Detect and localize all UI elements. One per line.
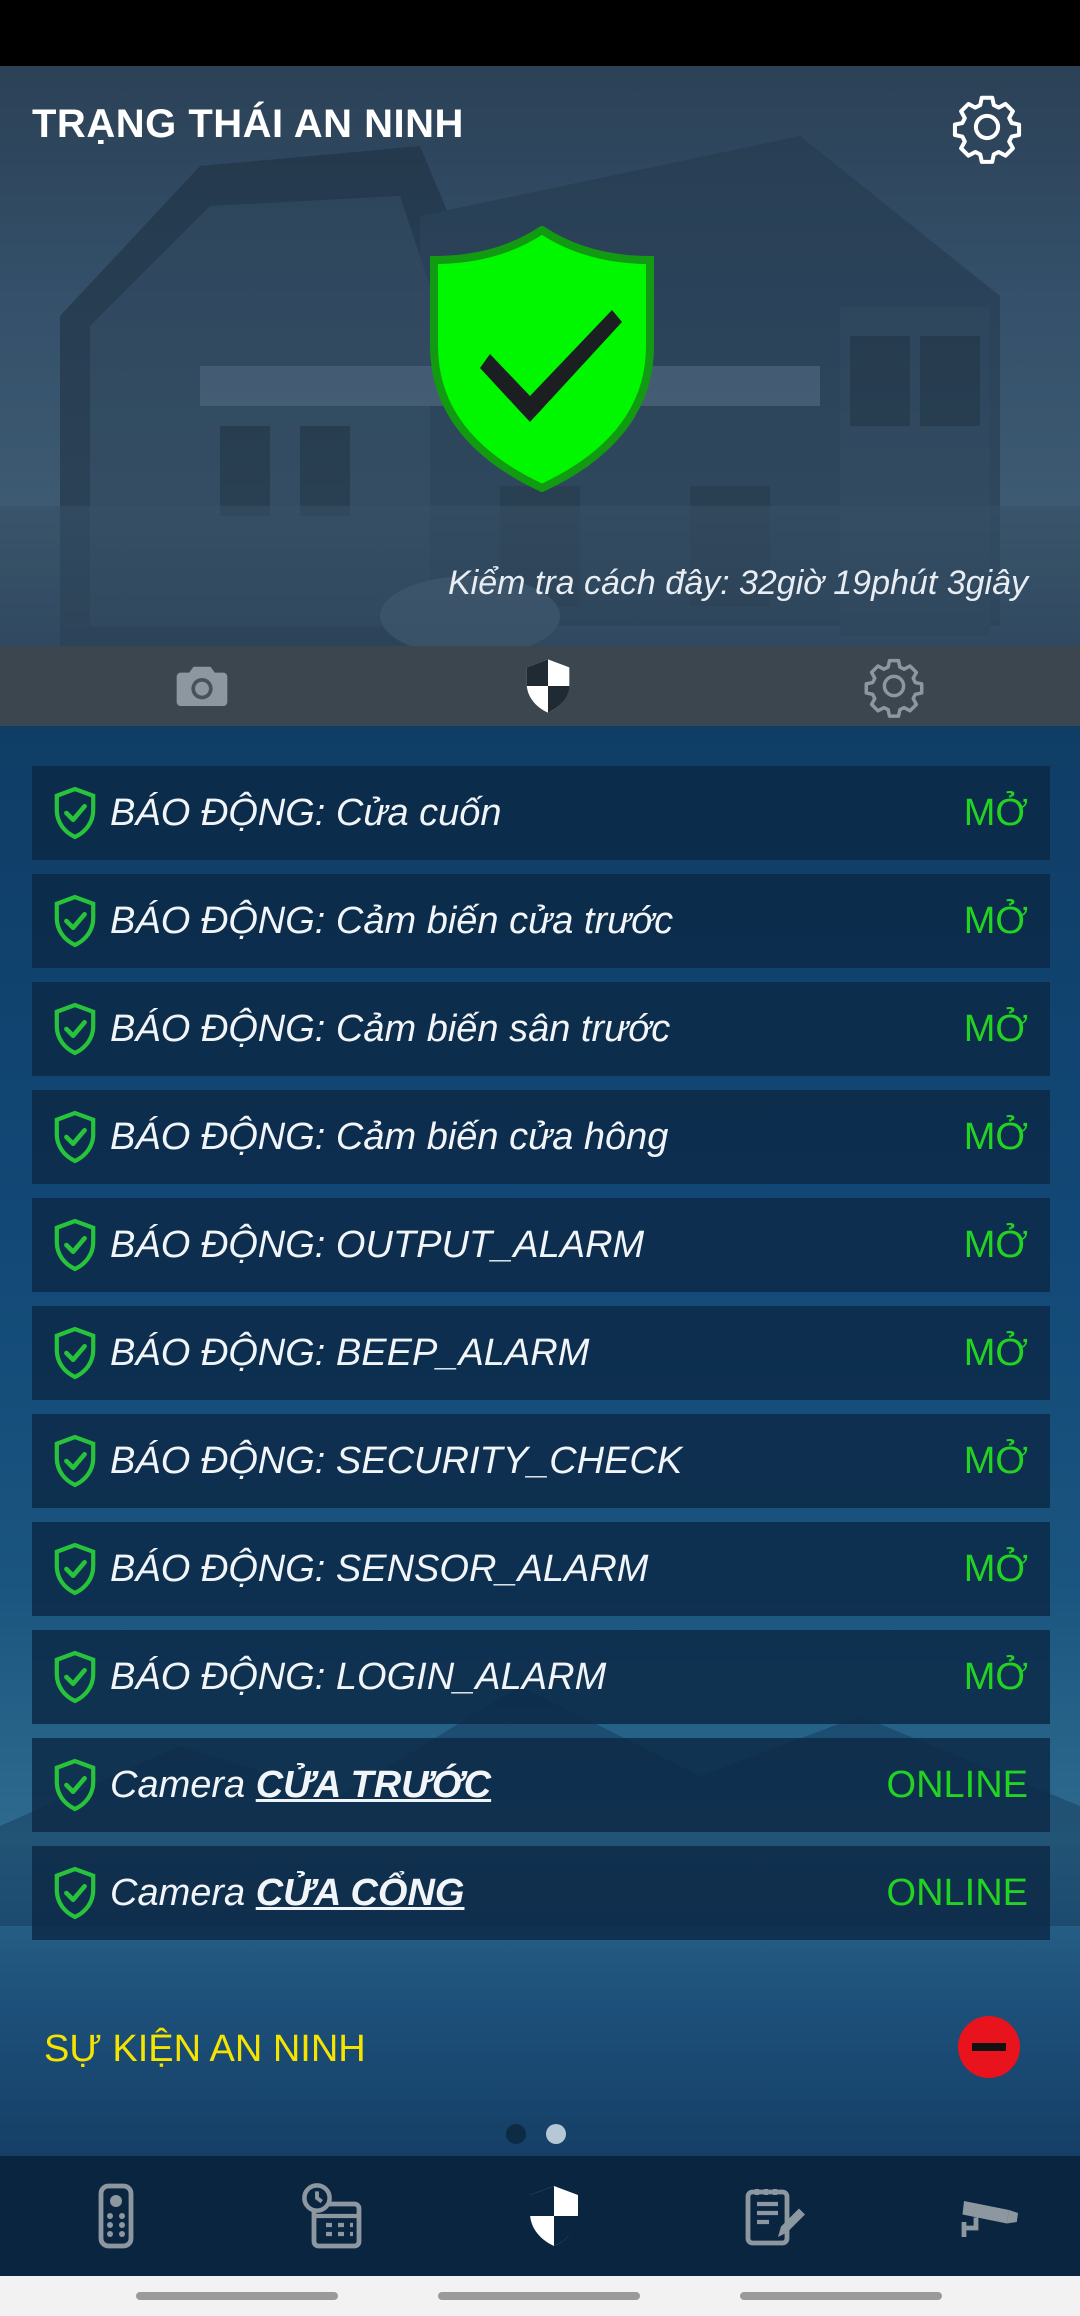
secure-shield-check-icon	[430, 226, 654, 492]
alarm-row[interactable]: BÁO ĐỘNG: BEEP_ALARM MỞ	[32, 1306, 1050, 1400]
alarm-row[interactable]: BÁO ĐỘNG: Cảm biến sân trước MỞ	[32, 982, 1050, 1076]
page-dot[interactable]	[506, 2124, 526, 2144]
alarm-row[interactable]: BÁO ĐỘNG: SECURITY_CHECK MỞ	[32, 1414, 1050, 1508]
notes-edit-icon[interactable]	[736, 2180, 808, 2252]
camera-name-link[interactable]: CỬA TRƯỚC	[256, 1764, 491, 1806]
remote-control-icon[interactable]	[80, 2180, 152, 2252]
alarm-status: MỞ	[963, 1655, 1028, 1698]
last-check-timestamp: Kiểm tra cách đây: 32giờ 19phút 3giây	[447, 564, 1028, 602]
alarm-label: BÁO ĐỘNG: Cửa cuốn	[110, 791, 502, 834]
shield-check-icon	[54, 1326, 96, 1380]
shield-check-icon	[54, 894, 96, 948]
alarm-row[interactable]: BÁO ĐỘNG: LOGIN_ALARM MỞ	[32, 1630, 1050, 1724]
page-indicator	[506, 2124, 566, 2144]
tab-security-shield-icon[interactable]	[516, 654, 580, 718]
camera-name-link[interactable]: CỬA CỔNG	[256, 1872, 465, 1914]
shield-check-icon	[54, 1002, 96, 1056]
shield-check-icon	[54, 1542, 96, 1596]
alarm-status: MỞ	[963, 1331, 1028, 1374]
shield-check-icon	[54, 786, 96, 840]
tab-settings-gear-icon[interactable]	[862, 654, 926, 718]
camera-prefix: Camera	[110, 1763, 246, 1806]
security-events-label[interactable]: SỰ KIỆN AN NINH	[44, 2028, 366, 2071]
security-status-header: TRẠNG THÁI AN NINH Kiểm tra cách đây: 32…	[0, 66, 1080, 646]
shield-check-icon	[54, 1866, 96, 1920]
bottom-navigation	[0, 2156, 1080, 2276]
camera-row[interactable]: Camera CỬA TRƯỚC ONLINE	[32, 1738, 1050, 1832]
camera-label: Camera CỬA TRƯỚC	[110, 1764, 887, 1807]
alarm-status: MỞ	[963, 1115, 1028, 1158]
gesture-handle[interactable]	[740, 2292, 942, 2300]
shield-check-icon	[54, 1758, 96, 1812]
alarm-label: BÁO ĐỘNG: Cảm biến sân trước	[110, 1007, 671, 1050]
security-status-list: BÁO ĐỘNG: Cửa cuốn MỞ BÁO ĐỘNG: Cảm biến…	[0, 726, 1080, 2156]
alarm-status: MỞ	[963, 1547, 1028, 1590]
camera-status: ONLINE	[886, 1871, 1028, 1914]
security-shield-icon[interactable]	[518, 2180, 590, 2252]
shield-check-icon	[54, 1650, 96, 1704]
camera-icon[interactable]	[170, 654, 234, 718]
alarm-status: MỞ	[963, 1439, 1028, 1482]
shield-check-icon	[54, 1110, 96, 1164]
camera-status: ONLINE	[886, 1763, 1028, 1806]
alarm-label: BÁO ĐỘNG: LOGIN_ALARM	[110, 1655, 607, 1698]
page-title: TRẠNG THÁI AN NINH	[32, 102, 464, 146]
gesture-handle[interactable]	[136, 2292, 338, 2300]
alarm-status: MỞ	[963, 1007, 1028, 1050]
alarm-status: MỞ	[963, 791, 1028, 834]
alarm-row[interactable]: BÁO ĐỘNG: OUTPUT_ALARM MỞ	[32, 1198, 1050, 1292]
camera-row[interactable]: Camera CỬA CỔNG ONLINE	[32, 1846, 1050, 1940]
schedule-calendar-icon[interactable]	[296, 2180, 368, 2252]
alarm-row[interactable]: BÁO ĐỘNG: SENSOR_ALARM MỞ	[32, 1522, 1050, 1616]
alarm-row[interactable]: BÁO ĐỘNG: Cảm biến cửa hông MỞ	[32, 1090, 1050, 1184]
alarm-row[interactable]: BÁO ĐỘNG: Cảm biến cửa trước MỞ	[32, 874, 1050, 968]
remove-event-button[interactable]	[958, 2016, 1020, 2078]
camera-label: Camera CỬA CỔNG	[110, 1872, 887, 1915]
alarm-label: BÁO ĐỘNG: Cảm biến cửa trước	[110, 899, 674, 942]
status-tabbar	[0, 646, 1080, 726]
camera-prefix: Camera	[110, 1871, 246, 1914]
status-bar	[0, 0, 1080, 66]
shield-check-icon	[54, 1434, 96, 1488]
system-gesture-bar	[0, 2276, 1080, 2316]
alarm-label: BÁO ĐỘNG: SECURITY_CHECK	[110, 1439, 683, 1482]
cctv-camera-icon[interactable]	[952, 2180, 1024, 2252]
alarm-label: BÁO ĐỘNG: SENSOR_ALARM	[110, 1547, 649, 1590]
alarm-label: BÁO ĐỘNG: OUTPUT_ALARM	[110, 1223, 645, 1266]
page-dot-active[interactable]	[546, 2124, 566, 2144]
alarm-status: MỞ	[963, 1223, 1028, 1266]
shield-check-icon	[54, 1218, 96, 1272]
alarm-label: BÁO ĐỘNG: BEEP_ALARM	[110, 1331, 590, 1374]
alarm-row[interactable]: BÁO ĐỘNG: Cửa cuốn MỞ	[32, 766, 1050, 860]
gesture-handle[interactable]	[438, 2292, 640, 2300]
alarm-label: BÁO ĐỘNG: Cảm biến cửa hông	[110, 1115, 669, 1158]
settings-gear-icon[interactable]	[950, 90, 1024, 164]
alarm-status: MỞ	[963, 899, 1028, 942]
